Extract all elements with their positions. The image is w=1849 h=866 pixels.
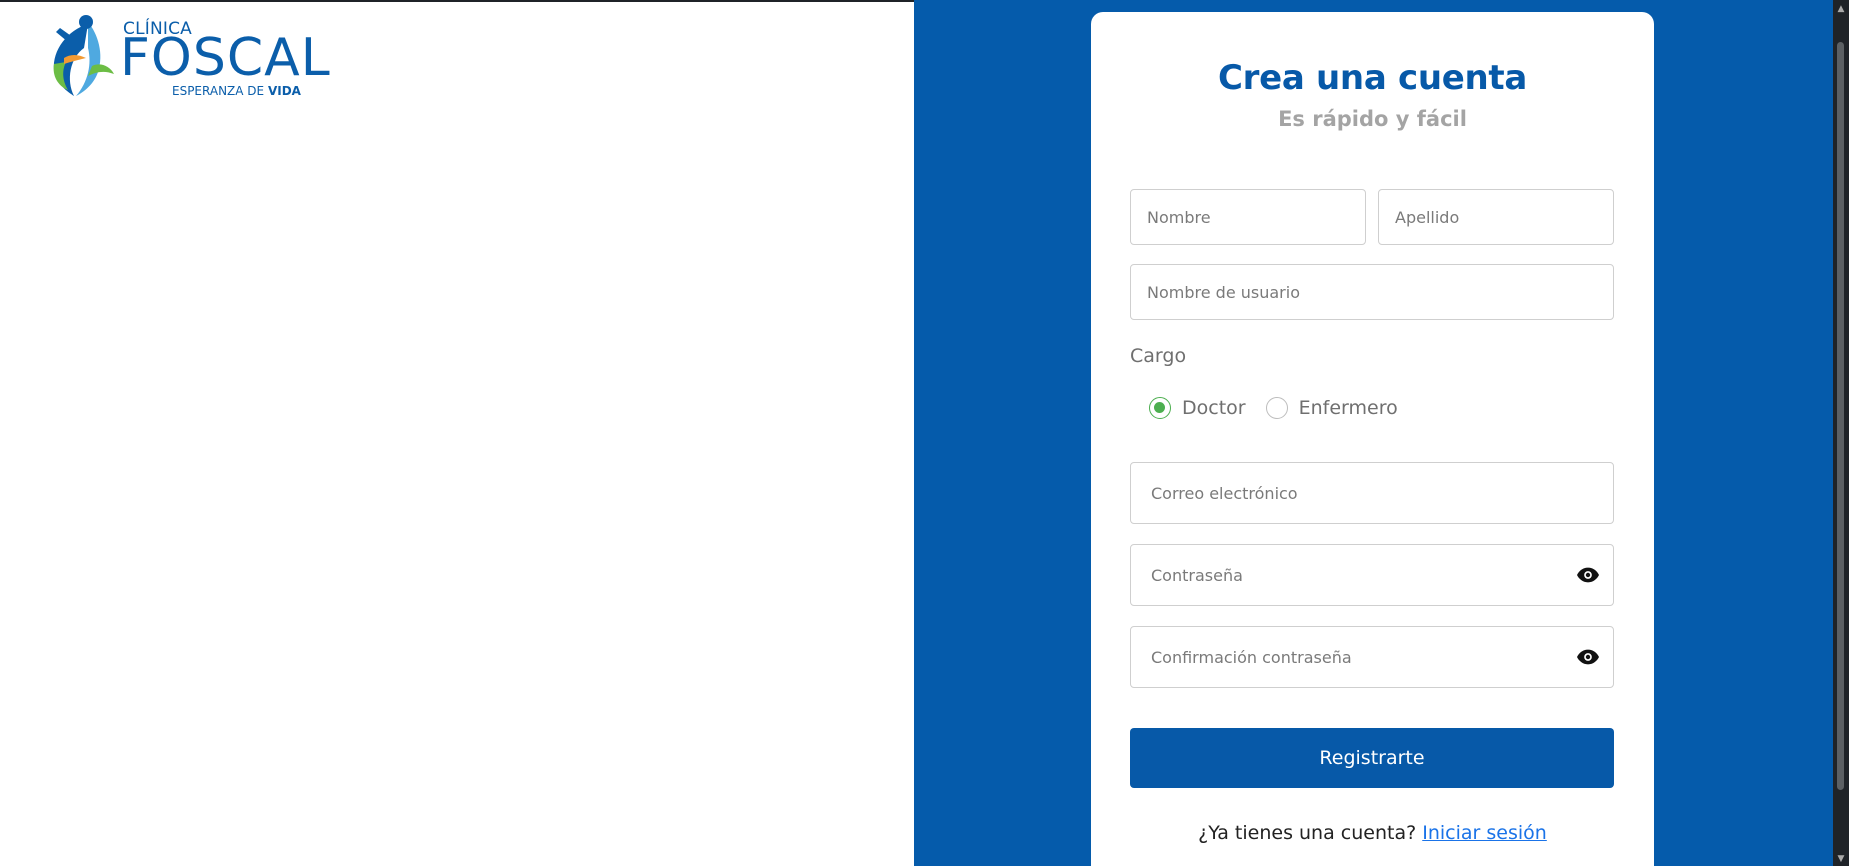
page-title: Crea una cuenta — [1217, 58, 1528, 98]
cargo-radio-group: Doctor Enfermero — [1149, 397, 1418, 419]
chevron-down-icon[interactable]: ▼ — [1836, 854, 1846, 864]
doctor-radio[interactable] — [1149, 397, 1171, 419]
login-prompt: ¿Ya tienes una cuenta? Iniciar sesión — [1091, 822, 1654, 844]
usuario-input[interactable] — [1131, 265, 1613, 319]
password-field[interactable] — [1130, 544, 1614, 606]
page-scrollbar[interactable]: ▲ ▼ — [1833, 0, 1849, 866]
correo-field[interactable] — [1130, 462, 1614, 524]
nombre-input[interactable] — [1131, 190, 1365, 244]
login-prompt-text: ¿Ya tienes una cuenta? — [1198, 822, 1423, 844]
foscal-logo: CLÍNICA FOSCAL ESPERANZA DE VIDA — [48, 14, 348, 100]
usuario-field[interactable] — [1130, 264, 1614, 320]
logo-tagline-bold: VIDA — [267, 84, 301, 98]
chevron-up-icon[interactable]: ▲ — [1836, 4, 1846, 14]
enfermero-radio-label[interactable]: Enfermero — [1299, 397, 1398, 419]
foscal-figure-icon — [53, 15, 114, 96]
register-card: Crea una cuenta Es rápido y fácil Cargo … — [1091, 12, 1654, 866]
logo-foscal-text: FOSCAL — [120, 28, 331, 88]
enfermero-radio[interactable] — [1265, 397, 1288, 419]
confirm-password-field[interactable] — [1130, 626, 1614, 688]
eye-icon[interactable] — [1577, 649, 1599, 665]
nombre-field[interactable] — [1130, 189, 1366, 245]
cargo-label: Cargo — [1130, 345, 1187, 367]
correo-input[interactable] — [1131, 463, 1613, 523]
radio-option-doctor[interactable]: Doctor — [1149, 397, 1246, 419]
logo-tagline-start: ESPERANZA DE — [172, 84, 268, 98]
password-input[interactable] — [1131, 545, 1613, 605]
page-subtitle: Es rápido y fácil — [1278, 107, 1467, 131]
eye-icon[interactable] — [1577, 567, 1599, 583]
left-pane: CLÍNICA FOSCAL ESPERANZA DE VIDA — [0, 0, 914, 866]
apellido-input[interactable] — [1379, 190, 1613, 244]
doctor-radio-label[interactable]: Doctor — [1182, 397, 1246, 419]
logo-tagline: ESPERANZA DE VIDA — [172, 84, 301, 98]
confirm-password-input[interactable] — [1131, 627, 1613, 687]
register-button[interactable]: Registrarte — [1130, 728, 1614, 788]
radio-option-enfermero[interactable]: Enfermero — [1265, 397, 1398, 419]
login-link[interactable]: Iniciar sesión — [1422, 822, 1547, 844]
scrollbar-thumb[interactable] — [1837, 42, 1844, 790]
apellido-field[interactable] — [1378, 189, 1614, 245]
top-border — [0, 0, 914, 2]
